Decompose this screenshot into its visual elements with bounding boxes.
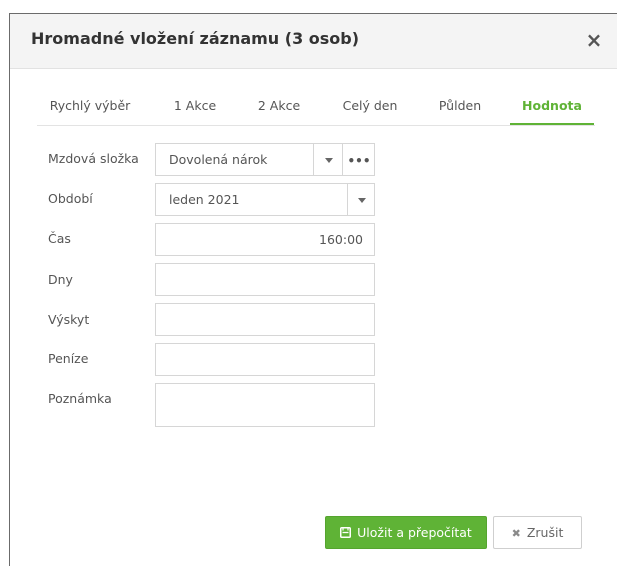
obdobi-value: leden 2021 [169,192,240,207]
more-icon: ••• [347,154,371,168]
more-options-button[interactable]: ••• [342,144,375,175]
chevron-down-icon [357,198,366,203]
tab-cely-den[interactable]: Celý den [333,92,407,123]
obdobi-select[interactable]: leden 2021 [155,183,375,216]
cancel-button[interactable]: ✖ Zrušit [493,516,582,549]
tab-rychly-vyber[interactable]: Rychlý výběr [37,92,143,123]
obdobi-dropdown-button[interactable] [347,184,375,215]
close-icon: ✖ [511,527,521,540]
cas-label: Čas [48,231,71,246]
obdobi-label: Období [48,191,93,206]
mzdova-slozka-label: Mzdová složka [48,151,139,166]
chevron-down-icon [324,158,333,163]
tab-2-akce[interactable]: 2 Akce [249,92,309,123]
dialog-title: Hromadné vložení záznamu (3 osob) [31,29,360,48]
mzdova-slozka-value: Dovolená nárok [169,152,268,167]
vyskyt-input[interactable] [155,303,375,336]
penize-input[interactable] [155,343,375,376]
cas-value: 160:00 [319,232,363,247]
save-icon [340,518,352,549]
dny-input[interactable] [155,263,375,296]
tab-bar: Rychlý výběr 1 Akce 2 Akce Celý den Půld… [37,92,595,126]
mzdova-slozka-select[interactable]: Dovolená nárok ••• [155,143,375,176]
dny-label: Dny [48,272,73,287]
mzdova-slozka-dropdown-button[interactable] [313,144,343,175]
save-button-label: Uložit a přepočítat [357,525,472,540]
cancel-button-label: Zrušit [526,525,564,540]
tab-hodnota[interactable]: Hodnota [510,92,594,125]
close-icon[interactable]: × [584,28,604,52]
tab-1-akce[interactable]: 1 Akce [165,92,225,123]
save-and-recalculate-button[interactable]: Uložit a přepočítat [325,516,487,549]
cas-input[interactable]: 160:00 [155,223,375,256]
penize-label: Peníze [48,351,89,366]
tab-pulden[interactable]: Půlden [427,92,493,123]
poznamka-label: Poznámka [48,391,112,406]
bulk-insert-dialog: Hromadné vložení záznamu (3 osob) × Rych… [9,13,617,566]
vyskyt-label: Výskyt [48,312,90,327]
poznamka-textarea[interactable] [155,383,375,427]
dialog-header: Hromadné vložení záznamu (3 osob) × [10,14,617,69]
